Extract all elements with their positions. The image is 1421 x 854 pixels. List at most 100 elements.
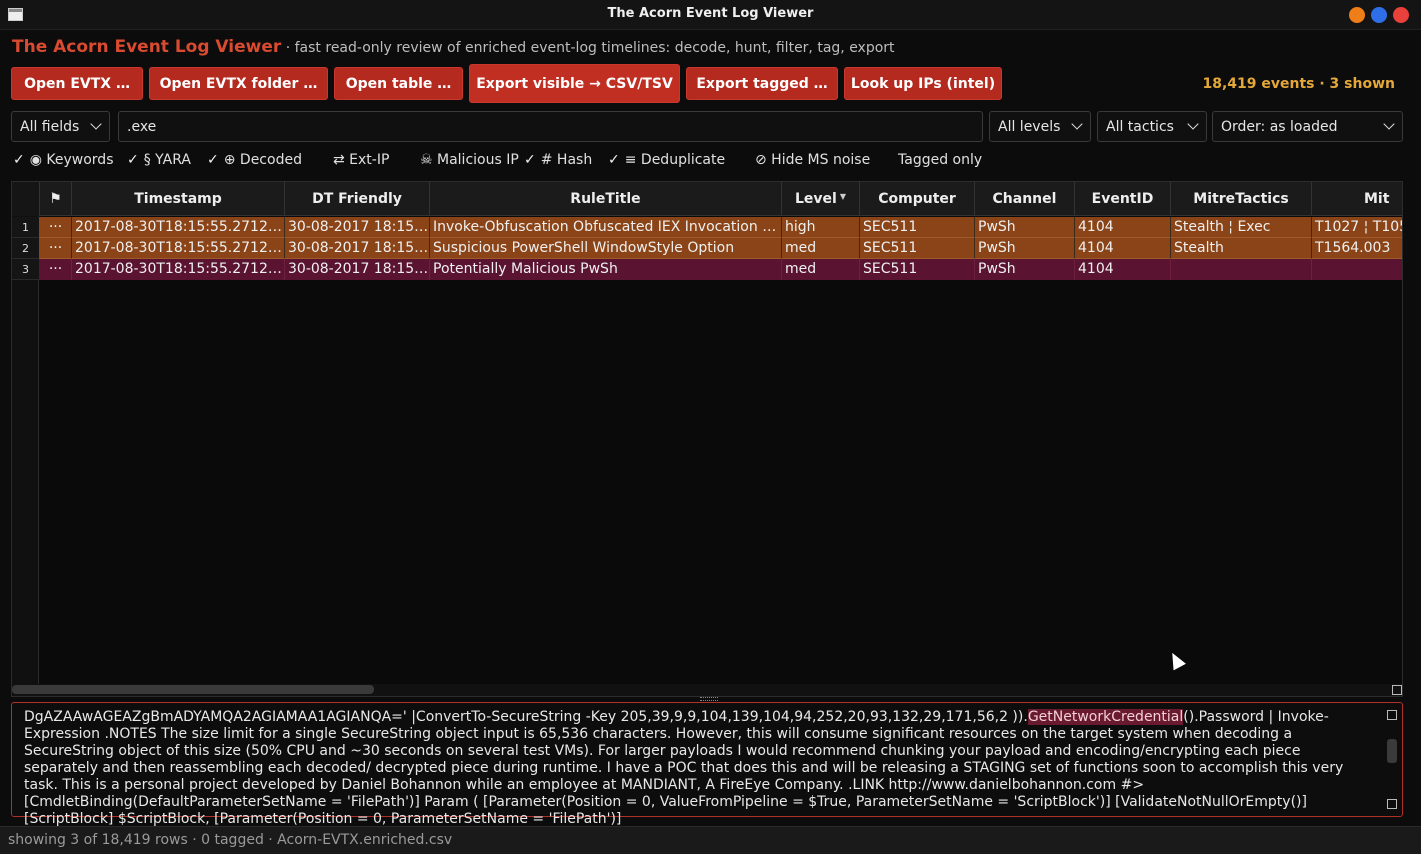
- cell-mitre: [1312, 259, 1402, 280]
- chevron-down-icon: [1383, 118, 1395, 130]
- column-mitre[interactable]: Mit: [1312, 182, 1402, 216]
- chevron-down-icon: [1187, 118, 1199, 130]
- detail-panel[interactable]: DgAZAAwAGEAZgBmADYAMQA2AGIAMAA1AGIANQA='…: [11, 702, 1403, 827]
- malicious-ip-toggle[interactable]: ☠ Malicious IP: [420, 152, 519, 168]
- cell-eventid: 4104: [1075, 238, 1171, 259]
- lookup-ips-button[interactable]: Look up IPs (intel): [844, 67, 1002, 100]
- cell-computer: SEC511: [860, 217, 975, 238]
- title-bar: The Acorn Event Log Viewer: [0, 0, 1421, 30]
- tactic-select-value: All tactics: [1106, 118, 1174, 135]
- hash-toggle-label: # Hash: [540, 152, 593, 168]
- column-level-label: Level: [795, 191, 837, 207]
- row-flag[interactable]: ···: [40, 217, 72, 238]
- hide-ms-noise-toggle[interactable]: ⊘ Hide MS noise: [755, 152, 870, 168]
- cell-dt-friendly: 30-08-2017 18:15:55: [285, 238, 430, 259]
- cell-mitre: T1564.003: [1312, 238, 1402, 259]
- open-evtx-button[interactable]: Open EVTX …: [11, 67, 143, 100]
- chevron-down-icon: [90, 118, 102, 130]
- tactic-select[interactable]: All tactics: [1097, 111, 1207, 142]
- table-corner-icon: [1392, 685, 1402, 695]
- cell-computer: SEC511: [860, 238, 975, 259]
- column-timestamp[interactable]: Timestamp: [72, 182, 285, 216]
- checkmark-icon: ✓: [608, 152, 620, 168]
- close-icon[interactable]: [1393, 7, 1409, 23]
- horizontal-scrollbar-thumb[interactable]: [12, 685, 374, 694]
- column-computer[interactable]: Computer: [860, 182, 975, 216]
- cell-eventid: 4104: [1075, 217, 1171, 238]
- cell-mitretactics: Stealth ¦ Exec: [1171, 217, 1312, 238]
- export-tagged-button[interactable]: Export tagged …: [686, 67, 838, 100]
- cell-mitre: T1027 ¦ T105: [1312, 217, 1402, 238]
- checkmark-icon: ✓: [13, 152, 25, 168]
- column-dt-friendly[interactable]: DT Friendly: [285, 182, 430, 216]
- order-select-value: Order: as loaded: [1221, 118, 1338, 135]
- column-ruletitle[interactable]: RuleTitle: [430, 182, 782, 216]
- ext-ip-toggle[interactable]: ⇄ Ext-IP: [333, 152, 389, 168]
- table-row[interactable]: 3 ··· 2017-08-30T18:15:55.271243Z 30-08-…: [12, 259, 1402, 280]
- hide-ms-noise-toggle-label: ⊘ Hide MS noise: [755, 152, 871, 168]
- cell-level: high: [782, 217, 860, 238]
- app-name: The Acorn Event Log Viewer: [12, 37, 282, 57]
- keywords-toggle-label: ◉ Keywords: [29, 152, 114, 168]
- chevron-down-icon: [1071, 118, 1083, 130]
- decoded-toggle-label: ⊕ Decoded: [223, 152, 302, 168]
- open-evtx-folder-button[interactable]: Open EVTX folder …: [149, 67, 328, 100]
- cell-timestamp: 2017-08-30T18:15:55.271243Z: [72, 238, 285, 259]
- horizontal-scrollbar[interactable]: [12, 684, 1402, 696]
- cell-level: med: [782, 259, 860, 280]
- field-select-value: All fields: [20, 118, 80, 135]
- row-number-gutter: [12, 216, 39, 684]
- hash-toggle[interactable]: ✓ # Hash: [524, 152, 592, 168]
- cell-mitretactics: Stealth: [1171, 238, 1312, 259]
- level-select-value: All levels: [998, 118, 1061, 135]
- cell-dt-friendly: 30-08-2017 18:15:55: [285, 259, 430, 280]
- cell-ruletitle: Potentially Malicious PwSh: [430, 259, 782, 280]
- detail-highlight: GetNetworkCredential: [1027, 709, 1184, 725]
- open-table-button[interactable]: Open table …: [334, 67, 463, 100]
- row-flag[interactable]: ···: [40, 238, 72, 259]
- sort-desc-icon: ▼: [839, 191, 846, 201]
- table-header: ⚑ Timestamp DT Friendly RuleTitle Level …: [12, 182, 1402, 216]
- keywords-toggle[interactable]: ✓ ◉ Keywords: [13, 152, 114, 168]
- checkmark-icon: ✓: [127, 152, 139, 168]
- order-select[interactable]: Order: as loaded: [1212, 111, 1403, 142]
- cell-mitretactics: [1171, 259, 1312, 280]
- cell-channel: PwSh: [975, 259, 1075, 280]
- minimize-icon[interactable]: [1349, 7, 1365, 23]
- search-input-value: .exe: [127, 118, 157, 135]
- app-subtitle: · fast read-only review of enriched even…: [281, 40, 895, 56]
- cell-channel: PwSh: [975, 217, 1075, 238]
- detail-text-before: DgAZAAwAGEAZgBmADYAMQA2AGIAMAA1AGIANQA='…: [24, 709, 1028, 725]
- column-channel[interactable]: Channel: [975, 182, 1075, 216]
- status-bar: showing 3 of 18,419 rows · 0 tagged · Ac…: [0, 826, 1421, 854]
- yara-toggle[interactable]: ✓ § YARA: [127, 152, 191, 168]
- field-select[interactable]: All fields: [11, 111, 110, 142]
- cell-timestamp: 2017-08-30T18:15:55.271243Z: [72, 217, 285, 238]
- scroll-up-icon[interactable]: [1387, 710, 1397, 720]
- cell-computer: SEC511: [860, 259, 975, 280]
- column-mitretactics[interactable]: MitreTactics: [1171, 182, 1312, 216]
- maximize-icon[interactable]: [1371, 7, 1387, 23]
- table-row[interactable]: 1 ··· 2017-08-30T18:15:55.271243Z 30-08-…: [12, 217, 1402, 238]
- decoded-toggle[interactable]: ✓ ⊕ Decoded: [207, 152, 302, 168]
- vertical-scrollbar-thumb[interactable]: [1387, 739, 1397, 763]
- pane-splitter-handle[interactable]: [700, 697, 718, 701]
- flag-icon[interactable]: ⚑: [40, 182, 72, 216]
- export-visible-button[interactable]: Export visible → CSV/TSV: [469, 64, 680, 103]
- table-row[interactable]: 2 ··· 2017-08-30T18:15:55.271243Z 30-08-…: [12, 238, 1402, 259]
- row-flag[interactable]: ···: [40, 259, 72, 280]
- column-level[interactable]: Level ▼: [782, 182, 860, 216]
- checkmark-icon: ✓: [524, 152, 536, 168]
- cell-ruletitle: Invoke-Obfuscation Obfuscated IEX Invoca…: [430, 217, 782, 238]
- row-number: 3: [12, 259, 39, 280]
- column-eventid[interactable]: EventID: [1075, 182, 1171, 216]
- level-select[interactable]: All levels: [989, 111, 1091, 142]
- yara-toggle-label: § YARA: [143, 152, 191, 168]
- corner-cell[interactable]: [12, 182, 40, 216]
- event-count: 18,419 events · 3 shown: [1202, 76, 1395, 92]
- deduplicate-toggle[interactable]: ✓ ≡ Deduplicate: [608, 152, 725, 168]
- scroll-down-icon[interactable]: [1387, 799, 1397, 809]
- search-input[interactable]: .exe: [118, 111, 983, 142]
- tagged-only-toggle[interactable]: Tagged only: [898, 152, 982, 168]
- window-title: The Acorn Event Log Viewer: [607, 6, 814, 21]
